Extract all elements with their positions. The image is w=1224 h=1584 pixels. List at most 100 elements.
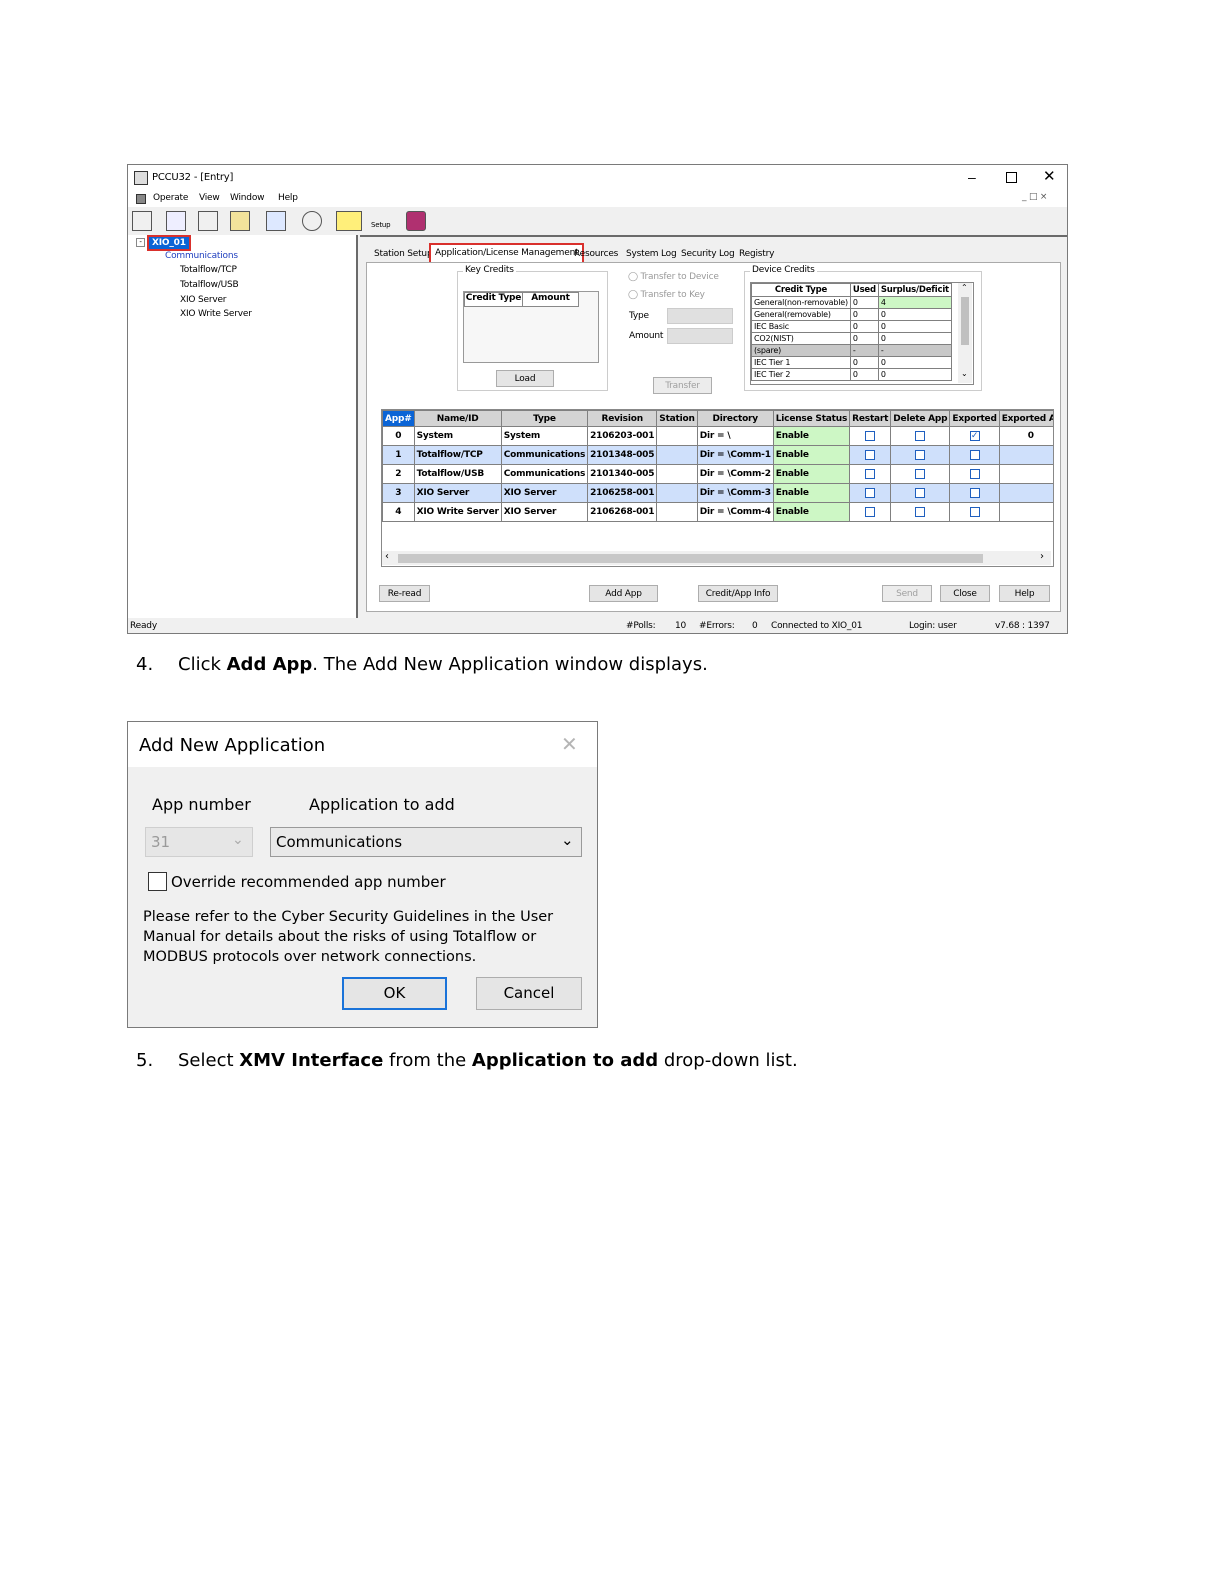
- app-cell: 2106203-001: [587, 426, 658, 446]
- tab-system-log[interactable]: System Log: [622, 246, 681, 263]
- dc-cell: 0: [849, 308, 879, 321]
- dialog-title: Add New Application: [139, 735, 326, 756]
- delete-checkbox[interactable]: [915, 449, 926, 460]
- exported-checkbox[interactable]: [969, 506, 980, 517]
- exported-checkbox[interactable]: [969, 449, 980, 460]
- exported-cell: [949, 464, 1000, 484]
- type-select[interactable]: [667, 308, 733, 324]
- app-to-add-select[interactable]: Communications ⌄: [270, 827, 582, 857]
- app-cell: 4: [382, 502, 415, 522]
- step-bold: Application to add: [471, 1050, 659, 1071]
- reread-button[interactable]: Re-read: [379, 585, 430, 602]
- add-app-button[interactable]: Add App: [589, 585, 658, 602]
- tree-item[interactable]: XIO Write Server: [180, 309, 252, 319]
- step-text: from the: [383, 1050, 472, 1071]
- exported-checkbox[interactable]: [969, 487, 980, 498]
- override-checkbox[interactable]: [148, 872, 167, 891]
- app-cell: [998, 502, 1053, 522]
- scroll-up-icon[interactable]: ⌃: [961, 283, 968, 292]
- col-directory: Directory: [696, 410, 774, 427]
- dc-cell: 0: [877, 368, 952, 381]
- collect-icon[interactable]: [198, 211, 218, 231]
- app-row[interactable]: 1 Totalflow/TCP Communications 2101348-0…: [382, 445, 1053, 465]
- tree-icon[interactable]: [132, 211, 152, 231]
- key-credits-list[interactable]: Credit Type Amount: [463, 291, 599, 363]
- scroll-thumb[interactable]: [961, 297, 969, 345]
- app-number-select[interactable]: 31 ⌄: [145, 827, 253, 857]
- restart-checkbox[interactable]: [865, 468, 876, 479]
- app-cell: 2: [382, 464, 415, 484]
- delete-checkbox[interactable]: [915, 487, 926, 498]
- step-text: Click: [178, 654, 227, 675]
- app-row[interactable]: 4 XIO Write Server XIO Server 2106268-00…: [382, 502, 1053, 522]
- transfer-device-radio[interactable]: ◯ Transfer to Device: [628, 272, 719, 282]
- pattern-icon[interactable]: [302, 211, 322, 231]
- menu-window[interactable]: Window: [230, 193, 264, 203]
- tab-app-license[interactable]: Application/License Management: [429, 243, 585, 264]
- restart-checkbox[interactable]: [865, 487, 876, 498]
- delete-cell: [890, 426, 951, 446]
- exported-checkbox[interactable]: [969, 468, 980, 479]
- apps-hscrollbar[interactable]: ‹ ›: [382, 551, 1051, 565]
- restart-checkbox[interactable]: [865, 449, 876, 460]
- tree-item[interactable]: XIO Server: [180, 295, 226, 305]
- scroll-down-icon[interactable]: ⌄: [961, 369, 968, 378]
- help-button[interactable]: Help: [999, 585, 1050, 602]
- delete-checkbox[interactable]: [915, 468, 926, 479]
- transfer-key-radio[interactable]: ◯ Transfer to Key: [628, 290, 705, 300]
- restart-checkbox[interactable]: [865, 506, 876, 517]
- dc-cell: 0: [877, 308, 952, 321]
- transfer-button[interactable]: Transfer: [653, 377, 712, 394]
- col-amount: Amount: [522, 292, 579, 307]
- ok-button[interactable]: OK: [342, 977, 447, 1010]
- status-ready: Ready: [130, 621, 157, 631]
- tab-security-log[interactable]: Security Log: [677, 246, 739, 263]
- tree-root[interactable]: XIO_01: [147, 235, 191, 251]
- tree-item[interactable]: Totalflow/TCP: [180, 265, 237, 275]
- app-cell: Dir = \: [696, 426, 774, 446]
- app-row[interactable]: 3 XIO Server XIO Server 2106258-001 Dir …: [382, 483, 1053, 503]
- apps-grid: App# Name/ID Type Revision Station Direc…: [381, 409, 1054, 567]
- send-button[interactable]: Send: [882, 585, 932, 602]
- menu-operate[interactable]: Operate: [153, 193, 188, 203]
- mb-icon[interactable]: [266, 211, 286, 231]
- restart-cell: [849, 464, 892, 484]
- menu-help[interactable]: Help: [278, 193, 298, 203]
- scroll-right-icon[interactable]: ›: [1040, 551, 1044, 562]
- app-row[interactable]: 0 System System 2106203-001 Dir = \ Enab…: [382, 426, 1053, 446]
- close-icon[interactable]: ✕: [1043, 167, 1056, 185]
- tab-resources[interactable]: Resources: [570, 246, 622, 263]
- dialog-close-icon[interactable]: ✕: [561, 732, 578, 756]
- dc-row: IEC Basic 0 0: [751, 320, 952, 333]
- maximize-icon[interactable]: [1006, 172, 1017, 183]
- id-icon[interactable]: [336, 211, 362, 231]
- mdi-controls[interactable]: _ □ ×: [1022, 192, 1047, 202]
- delete-checkbox[interactable]: [915, 430, 926, 441]
- cancel-button[interactable]: Cancel: [476, 977, 582, 1010]
- entry-icon[interactable]: [166, 211, 186, 231]
- restart-cell: [849, 426, 892, 446]
- scroll-left-icon[interactable]: ‹: [385, 551, 389, 562]
- load-button[interactable]: Load: [496, 370, 554, 387]
- tree-item[interactable]: Totalflow/USB: [180, 280, 239, 290]
- tab-registry[interactable]: Registry: [735, 246, 778, 263]
- minimize-icon[interactable]: –: [968, 169, 976, 185]
- collapse-icon[interactable]: -: [136, 238, 145, 247]
- book-icon[interactable]: [406, 211, 426, 231]
- scroll-thumb[interactable]: [398, 554, 983, 563]
- close-button[interactable]: Close: [940, 585, 990, 602]
- dc-scrollbar[interactable]: ⌃ ⌄: [958, 283, 972, 383]
- menu-view[interactable]: View: [199, 193, 220, 203]
- delete-checkbox[interactable]: [915, 506, 926, 517]
- credit-info-button[interactable]: Credit/App Info: [698, 585, 778, 602]
- exported-checkbox-checked[interactable]: ✓: [969, 430, 980, 441]
- device-credits-group: Device Credits Credit Type Used Surplus/…: [744, 265, 982, 391]
- setup-icon[interactable]: Setup: [371, 211, 391, 231]
- tree-communications[interactable]: Communications: [165, 251, 238, 261]
- app-row[interactable]: 2 Totalflow/USB Communications 2101340-0…: [382, 464, 1053, 484]
- tab-station-setup[interactable]: Station Setup: [370, 246, 436, 263]
- restart-cell: [849, 445, 892, 465]
- restart-checkbox[interactable]: [865, 430, 876, 441]
- amount-select[interactable]: [667, 328, 733, 344]
- sync-icon[interactable]: [230, 211, 250, 231]
